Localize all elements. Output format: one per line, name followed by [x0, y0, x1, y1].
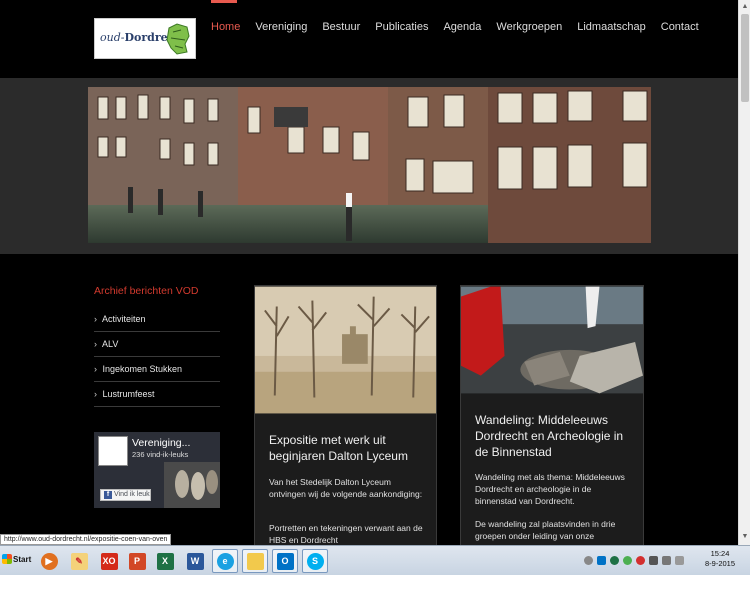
sidebar-title: Archief berichten VOD	[94, 285, 199, 297]
tray-icon[interactable]	[636, 555, 645, 565]
windows-logo-icon	[2, 554, 12, 564]
facebook-icon: f	[104, 491, 112, 499]
status-bar-url: http://www.oud-dordrecht.nl/expositie-co…	[0, 534, 172, 545]
internet-explorer-icon[interactable]: e	[212, 549, 238, 573]
paint-icon[interactable]: ✎	[66, 549, 92, 573]
banner-image	[88, 87, 651, 243]
network-icon[interactable]	[662, 555, 671, 565]
tray-icon[interactable]	[649, 555, 658, 565]
facebook-page-widget[interactable]: Vereniging... 236 vind-ik-leuks f Vind ik…	[94, 432, 220, 508]
nav-item-home[interactable]: Home	[211, 21, 240, 33]
scrollbar-thumb[interactable]	[741, 14, 749, 102]
nav-item-werkgroepen[interactable]: Werkgroepen	[496, 21, 562, 33]
sidebar-item-lustrumfeest[interactable]: › Lustrumfeest	[94, 382, 220, 407]
chevron-right-icon: ›	[94, 364, 97, 374]
nav-item-lidmaatschap[interactable]: Lidmaatschap	[577, 21, 646, 33]
tray-icon[interactable]	[584, 555, 593, 565]
sidebar-item-activiteiten[interactable]: › Activiteiten	[94, 307, 220, 332]
browser-viewport: oud-Dordrecht Home Vereniging Bestuur Pu…	[0, 0, 738, 545]
start-button[interactable]: Start	[1, 549, 31, 573]
post-excerpt: De wandeling zal plaatsvinden in drie gr…	[475, 519, 616, 545]
clock-date: 8-9-2015	[704, 559, 736, 568]
volume-icon[interactable]	[675, 555, 684, 565]
nav-item-bestuur[interactable]: Bestuur	[322, 21, 360, 33]
facebook-like-button[interactable]: f Vind ik leuk	[100, 489, 151, 501]
nav-item-publicaties[interactable]: Publicaties	[375, 21, 428, 33]
system-tray	[584, 549, 688, 571]
powerpoint-icon[interactable]: P	[124, 549, 150, 573]
sidebar-item-alv[interactable]: › ALV	[94, 332, 220, 357]
post-card-expositie[interactable]: Expositie met werk uit beginjaren Dalton…	[254, 285, 437, 545]
site-header: oud-Dordrecht Home Vereniging Bestuur Pu…	[0, 0, 738, 78]
media-player-icon[interactable]: ▶	[36, 549, 62, 573]
tray-icon[interactable]	[610, 555, 619, 565]
sidebar-item-ingekomen-stukken[interactable]: › Ingekomen Stukken	[94, 357, 220, 382]
excel-icon[interactable]: X	[152, 549, 178, 573]
post-excerpt: Wandeling met als thema: Middeleeuws Dor…	[475, 472, 625, 506]
file-explorer-icon[interactable]	[242, 549, 268, 573]
screen-bottom-area	[0, 575, 750, 600]
map-icon	[166, 23, 190, 55]
facebook-like-count: 236 vind-ik-leuks	[132, 450, 189, 459]
sidebar: Archief berichten VOD › Activiteiten › A…	[94, 285, 220, 407]
nav-item-agenda[interactable]: Agenda	[443, 21, 481, 33]
post-title[interactable]: Expositie met werk uit beginjaren Dalton…	[269, 432, 427, 464]
vertical-scrollbar[interactable]: ▲ ▼	[738, 0, 750, 545]
nav-item-vereniging[interactable]: Vereniging	[255, 21, 307, 33]
main-nav: Home Vereniging Bestuur Publicaties Agen…	[211, 21, 714, 33]
facebook-page-thumbnail[interactable]	[98, 436, 128, 466]
post-excerpt: Van het Stedelijk Dalton Lyceum ontvinge…	[269, 477, 423, 499]
word-icon[interactable]: W	[182, 549, 208, 573]
nav-active-indicator	[211, 0, 237, 3]
facebook-page-name[interactable]: Vereniging...	[132, 437, 190, 449]
taskbar-clock[interactable]: 15:24 8-9-2015	[700, 549, 740, 569]
outlook-tray-icon[interactable]	[597, 555, 606, 565]
chevron-right-icon: ›	[94, 389, 97, 399]
scroll-down-icon[interactable]: ▼	[740, 532, 750, 542]
post-image-archeology[interactable]	[461, 286, 643, 394]
scroll-up-icon[interactable]: ▲	[740, 2, 750, 12]
post-excerpt: Portretten en tekeningen verwant aan de …	[269, 523, 423, 545]
post-card-wandeling[interactable]: Wandeling: Middeleeuws Dordrecht en Arch…	[460, 285, 644, 545]
clock-time: 15:24	[710, 549, 730, 558]
site-logo[interactable]: oud-Dordrecht	[94, 18, 196, 59]
chevron-right-icon: ›	[94, 339, 97, 349]
outlook-icon[interactable]: O	[272, 549, 298, 573]
nav-item-contact[interactable]: Contact	[661, 21, 699, 33]
tray-icon[interactable]	[623, 555, 632, 565]
post-image-drawing[interactable]	[255, 286, 436, 414]
post-title[interactable]: Wandeling: Middeleeuws Dordrecht en Arch…	[475, 412, 635, 460]
xo-icon[interactable]: XO	[96, 549, 122, 573]
chevron-right-icon: ›	[94, 314, 97, 324]
skype-icon[interactable]: S	[302, 549, 328, 573]
